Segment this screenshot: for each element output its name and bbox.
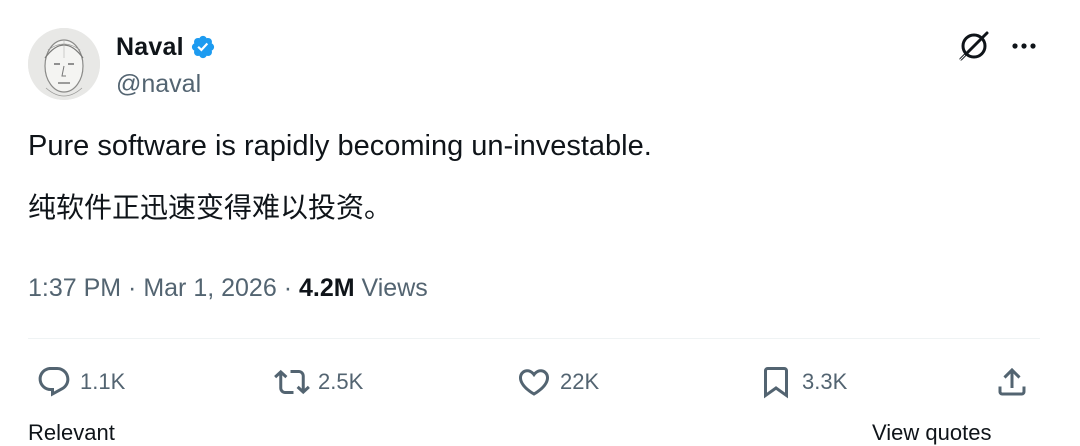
avatar[interactable] bbox=[28, 28, 100, 100]
handle[interactable]: @naval bbox=[116, 70, 216, 99]
repost-button[interactable]: 2.5K bbox=[274, 362, 363, 402]
reply-button[interactable]: 1.1K bbox=[36, 362, 125, 402]
replies-sort-label[interactable]: Relevant bbox=[28, 420, 115, 446]
like-count: 22K bbox=[560, 369, 600, 394]
repost-count: 2.5K bbox=[318, 369, 364, 394]
meta-separator: · bbox=[121, 274, 144, 302]
heart-icon bbox=[518, 369, 550, 396]
meta-separator: · bbox=[276, 274, 299, 302]
tweet-card: Naval @naval Pure software is rapidly be… bbox=[0, 0, 1080, 445]
tweet-time[interactable]: 1:37 PM bbox=[28, 274, 121, 302]
views-label: Views bbox=[354, 274, 428, 302]
reply-count: 1.1K bbox=[80, 369, 126, 394]
tweet-text-chinese: 纯软件正迅速变得难以投资。 bbox=[28, 191, 393, 224]
tweet-meta: 1:37 PM · Mar 1, 2026 · 4.2M Views bbox=[28, 272, 428, 304]
tweet-date[interactable]: Mar 1, 2026 bbox=[143, 274, 276, 302]
display-name[interactable]: Naval bbox=[116, 33, 184, 62]
repost-icon bbox=[274, 369, 310, 395]
tweet-text-english: Pure software is rapidly becoming un-inv… bbox=[28, 130, 652, 162]
divider bbox=[28, 338, 1040, 339]
author-block: Naval @naval bbox=[116, 30, 216, 99]
grok-icon[interactable] bbox=[956, 28, 992, 64]
reply-icon bbox=[38, 367, 70, 397]
bookmark-count: 3.3K bbox=[802, 369, 848, 394]
more-icon[interactable] bbox=[1004, 28, 1044, 64]
views-count: 4.2M bbox=[298, 274, 355, 302]
bookmark-button[interactable]: 3.3K bbox=[758, 362, 847, 402]
share-icon bbox=[998, 367, 1026, 396]
view-quotes-link[interactable]: View quotes bbox=[872, 420, 991, 446]
name-row: Naval bbox=[116, 30, 216, 64]
verified-badge-icon[interactable] bbox=[190, 34, 216, 60]
like-button[interactable]: 22K bbox=[516, 362, 599, 402]
bookmark-icon bbox=[764, 367, 788, 399]
share-button[interactable] bbox=[994, 362, 1030, 402]
avatar-portrait-icon bbox=[28, 28, 100, 100]
